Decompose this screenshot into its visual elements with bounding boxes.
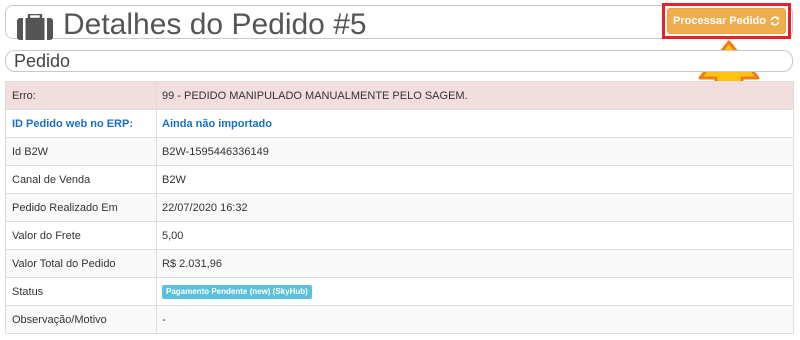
row-value: B2W-1595446336149 <box>156 137 794 166</box>
row-label: Observação/Motivo <box>5 305 157 334</box>
refresh-icon <box>770 16 780 26</box>
status-badge: Pagamento Pendente (new) (SkyHub) <box>162 284 312 299</box>
table-row-erp-id: ID Pedido web no ERP: Ainda não importad… <box>5 109 794 138</box>
row-value: - <box>156 305 794 334</box>
table-row-order-date: Pedido Realizado Em 22/07/2020 16:32 <box>5 193 794 222</box>
row-label: Erro: <box>5 81 157 110</box>
table-row-sales-channel: Canal de Venda B2W <box>5 165 794 194</box>
table-row-shipping: Valor do Frete 5,00 <box>5 221 794 250</box>
row-value: Ainda não importado <box>156 109 794 138</box>
order-details-table: Erro: 99 - PEDIDO MANIPULADO MANUALMENTE… <box>5 81 794 334</box>
table-row-b2w-id: Id B2W B2W-1595446336149 <box>5 137 794 166</box>
row-label: Valor do Frete <box>5 221 157 250</box>
process-order-button[interactable]: Processar Pedido <box>667 8 786 34</box>
section-header: Pedido <box>5 50 793 72</box>
row-value: 22/07/2020 16:32 <box>156 193 794 222</box>
row-value: R$ 2.031,96 <box>156 249 794 278</box>
process-order-label: Processar Pedido <box>673 15 766 27</box>
briefcase-icon <box>17 14 53 40</box>
row-value: B2W <box>156 165 794 194</box>
row-label: Canal de Venda <box>5 165 157 194</box>
table-row-error: Erro: 99 - PEDIDO MANIPULADO MANUALMENTE… <box>5 81 794 110</box>
row-label: Valor Total do Pedido <box>5 249 157 278</box>
page-title: Detalhes do Pedido #5 <box>63 8 367 41</box>
table-row-notes: Observação/Motivo - <box>5 305 794 334</box>
row-value: Pagamento Pendente (new) (SkyHub) <box>156 277 794 306</box>
row-label: Pedido Realizado Em <box>5 193 157 222</box>
row-label: Status <box>5 277 157 306</box>
table-row-status: Status Pagamento Pendente (new) (SkyHub) <box>5 277 794 306</box>
row-label: ID Pedido web no ERP: <box>5 109 157 138</box>
row-value: 5,00 <box>156 221 794 250</box>
row-value: 99 - PEDIDO MANIPULADO MANUALMENTE PELO … <box>156 81 794 110</box>
section-title: Pedido <box>14 51 71 71</box>
table-row-total: Valor Total do Pedido R$ 2.031,96 <box>5 249 794 278</box>
row-label: Id B2W <box>5 137 157 166</box>
